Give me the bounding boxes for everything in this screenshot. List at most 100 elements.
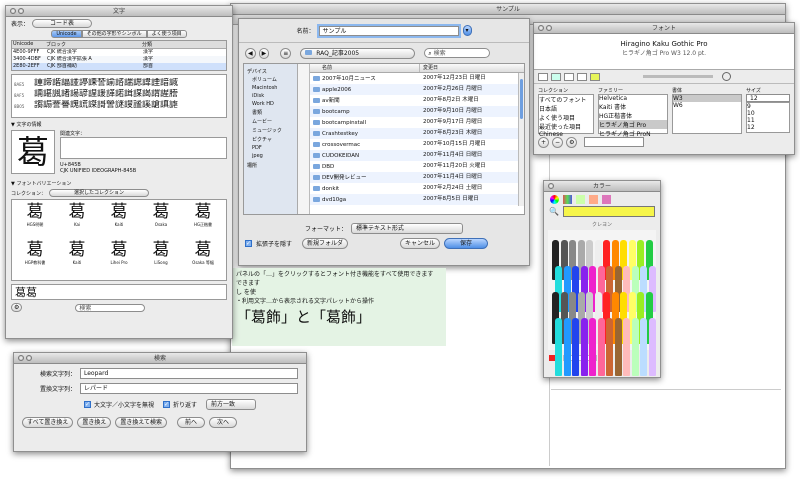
sidebar-item[interactable]: Work HD [244,100,297,108]
shadow-slider[interactable] [643,75,713,78]
file-row[interactable]: donkit 2007年2月24日 土曜日 [310,183,524,194]
size-item[interactable]: 12 [747,124,789,131]
size-input[interactable]: 12 [746,94,790,102]
palette-titlebar[interactable]: 文字 [6,6,232,17]
highlight-swatch[interactable] [551,72,561,81]
file-scrollbar[interactable] [518,73,524,206]
header-date[interactable]: 変更日 [420,64,438,72]
sidebar-item[interactable]: 書類 [244,108,297,117]
file-row[interactable]: bootcampinstall 2007年9月17日 月曜日 [310,117,524,128]
action-menu-button[interactable]: ⚙ [566,137,578,148]
file-row[interactable]: crossovermac 2007年10月15日 月曜日 [310,139,524,150]
find-titlebar[interactable]: 検索 [14,353,306,364]
text-color-swatch[interactable] [538,72,548,81]
previous-button[interactable]: 前へ [177,417,206,428]
format-popup[interactable]: 標準テキスト形式 [351,222,463,234]
next-button[interactable]: 次へ [209,417,238,428]
fonts-window-titlebar[interactable]: フォント [534,23,794,34]
palettes-icon[interactable] [576,195,585,204]
gear-icon[interactable]: ⚙ [11,303,23,312]
background-window-titlebar[interactable]: サンプル [231,4,785,15]
hide-ext-checkbox[interactable]: ✓ [245,240,252,247]
crayon[interactable] [572,318,579,376]
back-button[interactable]: ◀ [245,47,256,59]
sidebar-item[interactable]: ピクチャ [244,135,297,144]
close-icon[interactable] [18,355,24,361]
collection-item[interactable]: よく使う項目 [539,113,593,122]
minimize-icon[interactable] [18,8,24,14]
find-field[interactable]: Leopard [80,368,298,379]
family-item[interactable]: Helvetica [599,95,667,102]
wrap-checkbox[interactable]: ✓ [163,401,171,408]
magnifier-icon[interactable]: 🔍 [549,207,559,216]
grid-row[interactable]: 諵諶諷諸諹諺諻諼諽諾諿謀謁謂謃謄 [34,89,226,100]
sidebar-item[interactable]: ボリューム [244,75,297,84]
file-row[interactable]: Crashtestkey 2007年8月23日 木曜日 [310,128,524,139]
expand-dialog-button[interactable]: ▾ [462,25,472,36]
replace-button[interactable]: 置き換え [77,417,112,428]
size-item[interactable]: 10 [747,110,789,117]
cancel-button[interactable]: キャンセル [400,238,441,249]
crayon[interactable] [648,318,656,376]
crayon[interactable] [580,318,588,376]
sidebar-item[interactable]: ムービー [244,117,297,126]
family-item-selected[interactable]: ヒラギノ角ゴ Pro [599,120,667,129]
sidebar-item[interactable]: jpeg [244,152,297,160]
sidebar-item[interactable]: Macintosh [244,84,297,92]
crayon[interactable] [631,318,639,376]
file-row[interactable]: bootcamp 2007年9月10日 月曜日 [310,106,524,117]
family-item[interactable]: Kaiti 書体 [599,102,667,111]
tab-favorites[interactable]: よく使う項目 [146,30,187,38]
family-item[interactable]: HG正楷書体 [599,111,667,120]
shadow-angle-icon[interactable] [722,72,731,81]
crayon[interactable] [555,318,562,376]
palette-search-field[interactable]: 検索 [75,303,146,312]
variant-cell[interactable]: 葛 Osaka [140,202,182,240]
variant-cell[interactable]: 葛 HGS明朝 [14,202,56,240]
collection-popup[interactable]: 選択したコレクション [49,189,150,197]
collection-item[interactable]: 最近使った項目 [539,122,593,131]
save-search-field[interactable]: ⌕ 検索 [424,48,491,58]
block-row[interactable]: 4E00-9FFF CJK 統合漢字 漢字 [12,49,226,56]
crayon[interactable] [623,318,630,376]
grid-row[interactable]: 諥諦諧諨諩諪諫諬諭諮諯諰諱諲諳諴 [34,78,226,89]
close-icon[interactable] [548,183,554,189]
file-row[interactable]: DEV開発レビュー 2007年11月4日 日曜日 [310,172,524,183]
minimize-icon[interactable] [26,355,32,361]
variant-cell[interactable]: 葛 Kaiti [56,240,98,278]
replace-all-button[interactable]: すべて置き換え [22,417,74,428]
location-popup[interactable]: RAQ_記事2005 [300,47,416,59]
bottom-glyphs[interactable]: 葛葛 [15,286,37,299]
file-row[interactable]: av新聞 2007年8月2日 木曜日 [310,95,524,106]
variant-cell[interactable]: 葛 HG正楷書 [182,202,224,240]
variant-cell[interactable]: 葛 Osaka 等幅 [182,240,224,278]
crayons-icon[interactable] [602,195,611,204]
crayon[interactable] [606,318,613,376]
collection-item[interactable]: すべてのフォント [539,95,593,104]
strike-icon[interactable] [577,72,587,81]
add-collection-button[interactable]: + [538,137,550,148]
crayon[interactable] [614,318,622,376]
tab-other-glyphs[interactable]: その他の字形やシンボル [81,30,147,38]
variant-cell[interactable]: 葛 LiSong [140,240,182,278]
close-icon[interactable] [10,8,16,14]
remove-collection-button[interactable]: − [552,137,564,148]
close-icon[interactable] [538,25,544,31]
ignore-case-checkbox[interactable]: ✓ [84,401,91,408]
replace-and-find-button[interactable]: 置き換えて検索 [115,417,168,428]
save-button[interactable]: 保存 [444,238,489,249]
crayon[interactable] [589,318,596,376]
crayon[interactable] [597,318,605,376]
file-row[interactable]: 2007年10月ニュース 2007年12月23日 日曜日 [310,73,524,84]
color-wheel-icon[interactable] [550,195,559,204]
block-row[interactable]: 3400-4DBF CJK 統合漢字拡張 A 漢字 [12,56,226,63]
variant-cell[interactable]: 葛 Kaiti [98,202,140,240]
image-palettes-icon[interactable] [589,195,598,204]
sidebar-item[interactable]: iDisk [244,92,297,100]
view-mode-button[interactable]: ≡ [280,47,292,59]
doc-color-swatch[interactable] [590,72,600,81]
file-scroll-thumb[interactable] [520,79,523,119]
variant-cell[interactable]: 葛 Kai [56,202,98,240]
header-name[interactable]: 名前 [310,64,420,72]
filter-popup[interactable]: コード表 [32,18,93,28]
